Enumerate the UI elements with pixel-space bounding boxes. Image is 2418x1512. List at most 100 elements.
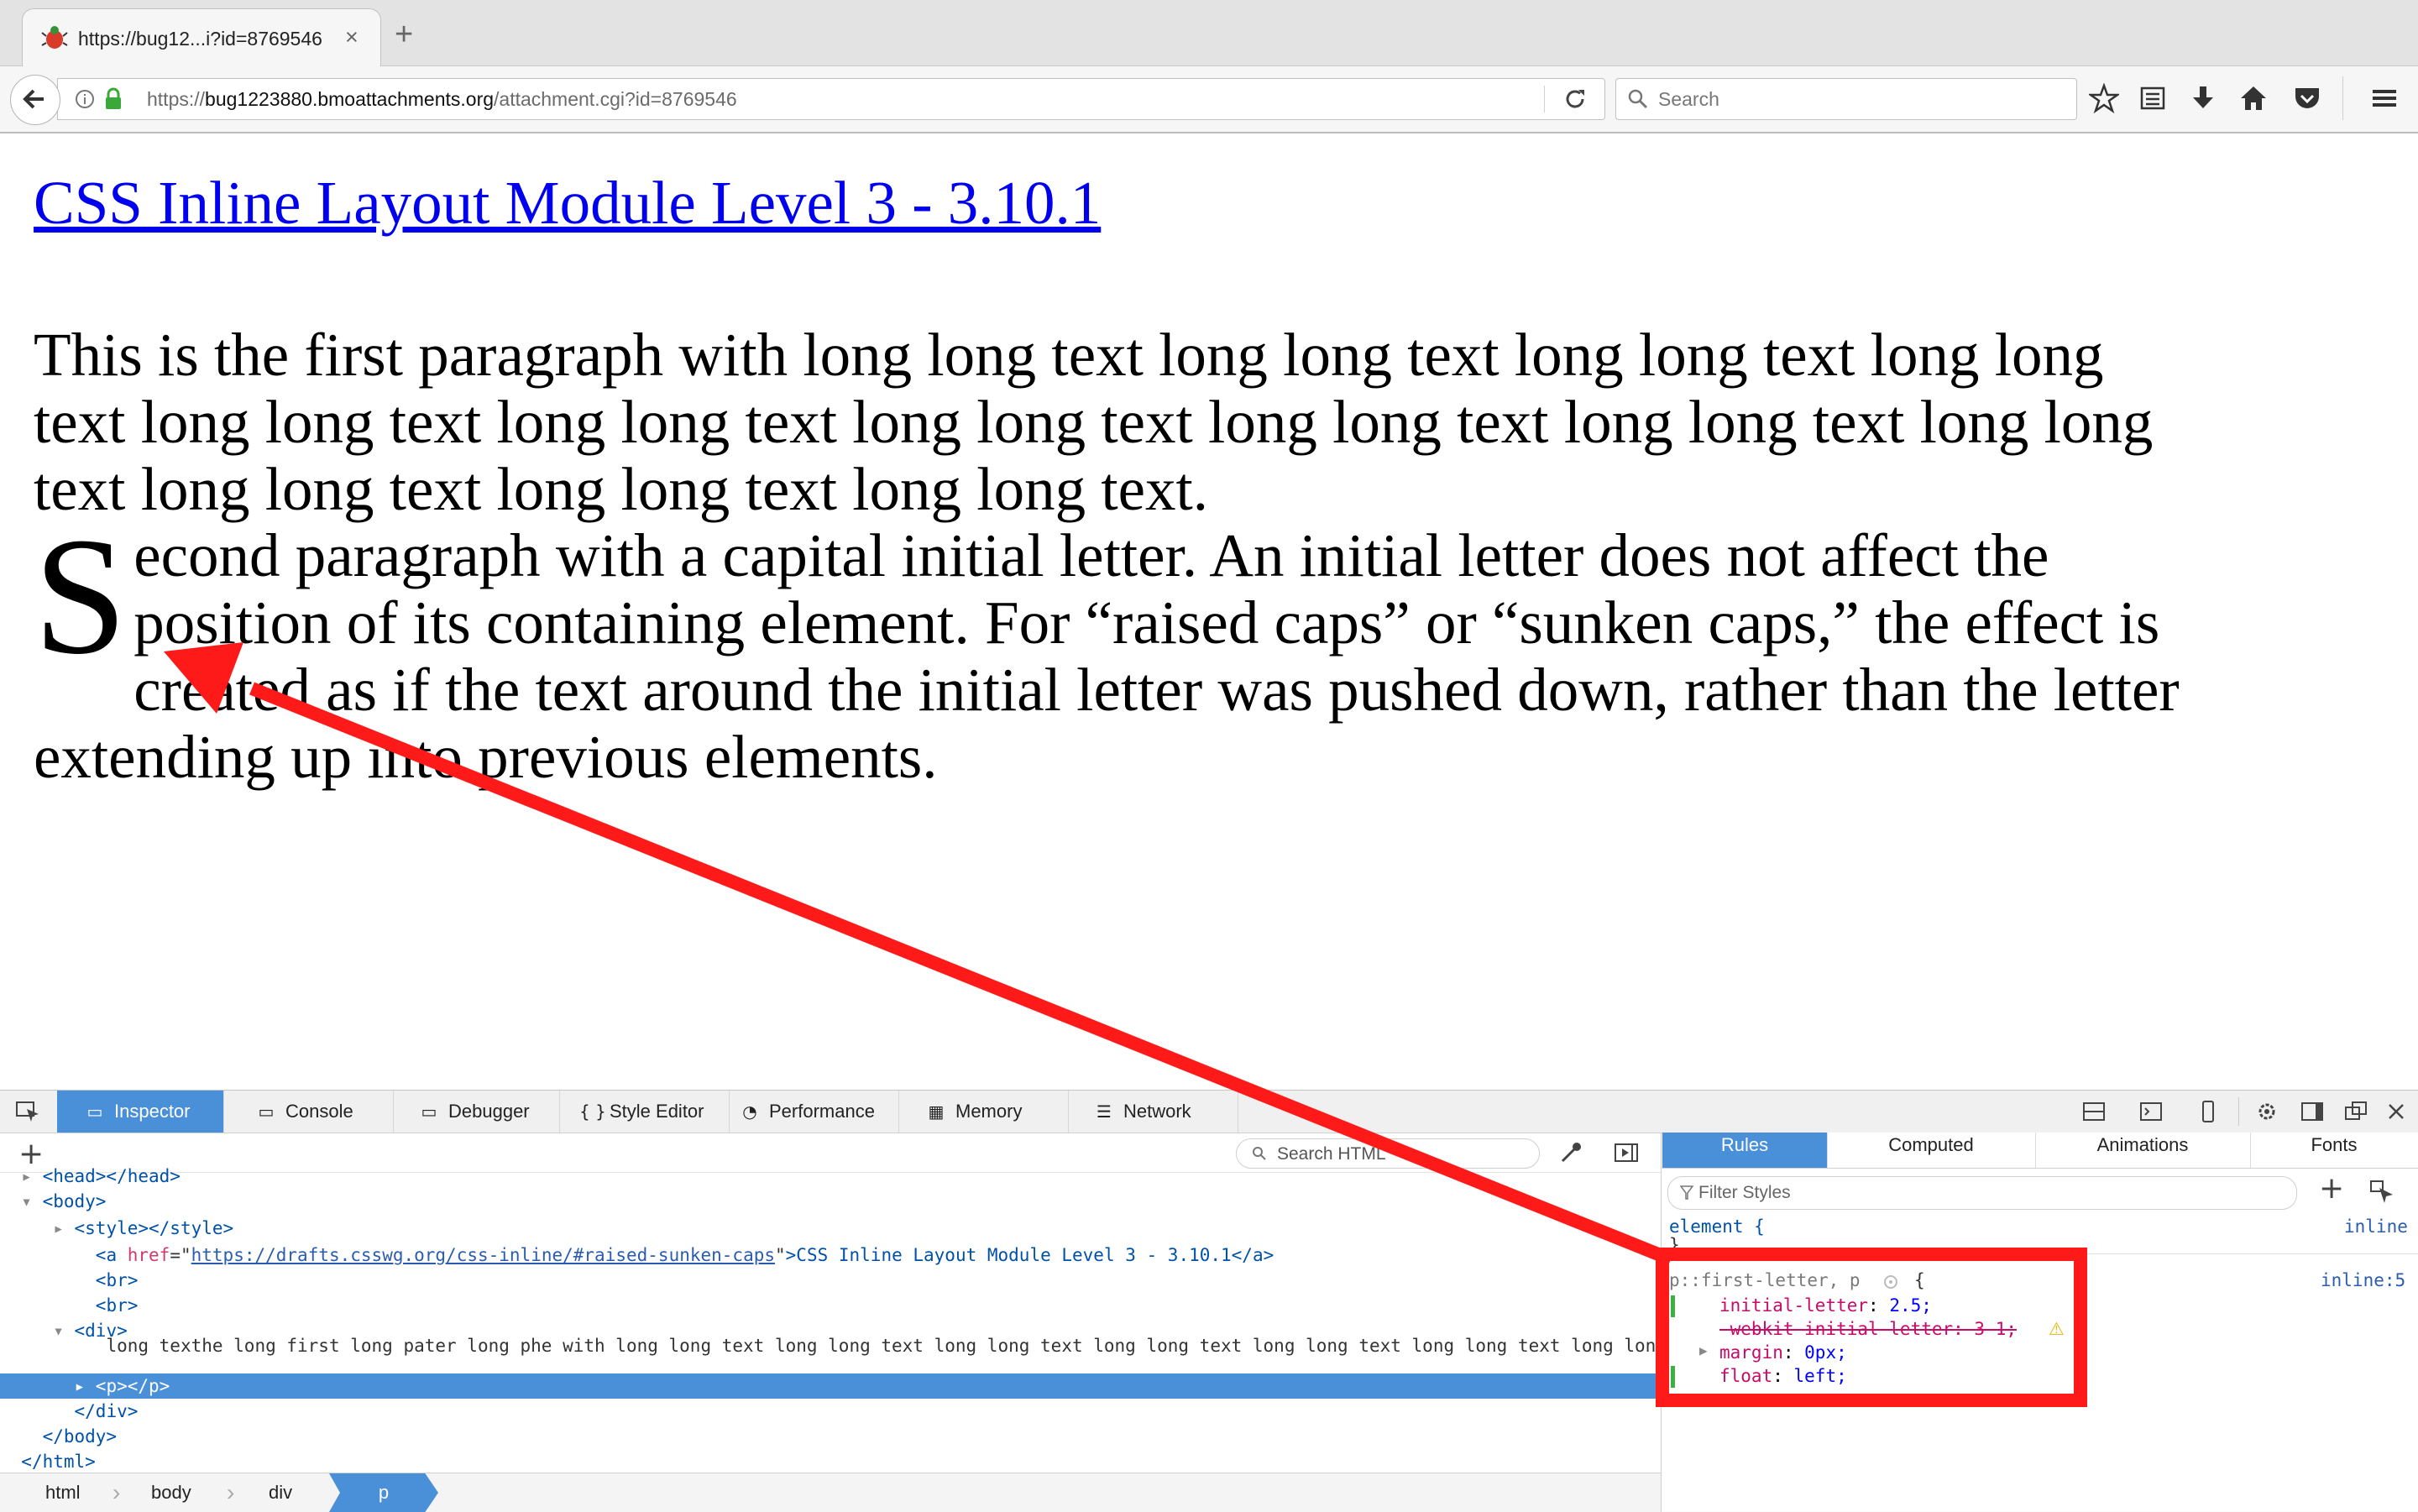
download-icon[interactable] xyxy=(2188,83,2218,113)
html-close-tag: </html> xyxy=(21,1452,96,1472)
br-tag: <br> xyxy=(95,1295,139,1316)
lock-icon[interactable] xyxy=(103,87,123,111)
first-paragraph: This is the first paragraph with long lo… xyxy=(34,321,2154,523)
pocket-icon[interactable] xyxy=(2292,83,2322,113)
reading-list-icon[interactable] xyxy=(2138,83,2168,113)
tab-memory-label: Memory xyxy=(955,1101,1023,1122)
tree-node-style[interactable]: ▸ <style></style> xyxy=(0,1216,1661,1241)
toggle-pseudo-class-icon[interactable] xyxy=(2369,1180,2396,1205)
search-bar[interactable]: Search xyxy=(1615,78,2077,120)
breadcrumb-div[interactable]: div xyxy=(269,1473,292,1512)
debugger-icon: ▭ xyxy=(421,1101,437,1122)
tab-animations[interactable]: Animations xyxy=(2035,1133,2251,1169)
href-value[interactable]: https://drafts.csswg.org/css-inline/#rai… xyxy=(191,1245,775,1265)
toolbar-divider xyxy=(2342,76,2343,120)
chevron-right-icon: › xyxy=(113,1479,121,1505)
p-tag: <p></p> xyxy=(95,1376,170,1396)
url-text[interactable]: https://bug1223880.bmoattachments.org/at… xyxy=(147,88,737,111)
close-devtools-icon[interactable] xyxy=(2384,1101,2408,1122)
url-bar[interactable]: https://bug1223880.bmoattachments.org/at… xyxy=(57,78,1605,120)
responsive-layout-icon[interactable] xyxy=(2082,1101,2106,1122)
url-host: bug1223880.bmoattachments.org xyxy=(205,88,495,110)
tree-node-head[interactable]: ▸ <head></head> xyxy=(0,1164,1661,1189)
new-tab-button[interactable]: + xyxy=(395,18,413,50)
twisty-icon: ▸ xyxy=(0,1166,43,1186)
star-icon[interactable] xyxy=(2089,83,2119,113)
tab-fonts[interactable]: Fonts xyxy=(2250,1133,2418,1169)
initial-letter: S xyxy=(34,504,128,689)
element-picker-icon[interactable] xyxy=(15,1101,40,1122)
scratchpad-icon[interactable] xyxy=(2139,1101,2163,1122)
tree-node-body-close[interactable]: </body> xyxy=(0,1424,1661,1449)
reload-icon[interactable] xyxy=(1562,86,1588,112)
eyedropper-icon[interactable] xyxy=(1558,1140,1583,1165)
body-tag: <body> xyxy=(42,1191,107,1211)
tree-node-div-close[interactable]: </div> xyxy=(0,1399,1661,1424)
href-attr: href xyxy=(127,1245,170,1265)
search-placeholder: Search xyxy=(1658,88,1719,110)
element-rule-selector[interactable]: element { xyxy=(1669,1216,1765,1237)
toggle-sidebar-icon[interactable] xyxy=(1614,1142,1639,1164)
separate-window-icon[interactable] xyxy=(2344,1101,2368,1122)
tab-performance[interactable]: ◔ Performance xyxy=(730,1091,899,1133)
back-icon xyxy=(23,89,44,109)
div-close-tag: </div> xyxy=(74,1401,139,1421)
tab-inspector[interactable]: ▭ Inspector xyxy=(57,1091,224,1133)
twisty-icon: ▸ xyxy=(0,1376,96,1396)
back-button[interactable] xyxy=(10,75,60,125)
tree-node-body[interactable]: ▾ <body> xyxy=(0,1189,1661,1214)
tab-computed[interactable]: Computed xyxy=(1827,1133,2036,1169)
tab-rules[interactable]: Rules xyxy=(1662,1133,1828,1169)
settings-gear-icon[interactable] xyxy=(2255,1101,2279,1122)
browser-tab[interactable]: https://bug12...i?id=8769546 × xyxy=(22,8,381,66)
filter-placeholder: Filter Styles xyxy=(1698,1183,1791,1202)
toolbar-divider xyxy=(2238,1097,2239,1126)
markup-view: + Search HTML ▸ <head></head> ▾ <body> ▸… xyxy=(0,1133,1662,1512)
bug-favicon-icon xyxy=(41,26,68,49)
style-editor-icon: { } xyxy=(579,1101,606,1122)
add-rule-button[interactable]: + xyxy=(2319,1171,2344,1206)
tree-node-a[interactable]: <a href="https://drafts.csswg.org/css-in… xyxy=(0,1243,1661,1268)
filter-icon xyxy=(1680,1185,1693,1200)
twisty-icon: ▾ xyxy=(0,1191,43,1211)
tree-node-html-close[interactable]: </html> xyxy=(0,1449,1661,1474)
second-paragraph: Second paragraph with a capital initial … xyxy=(34,504,2183,791)
overlapping-text: long texthe long first long pater long p… xyxy=(106,1336,1661,1356)
search-html-placeholder: Search HTML xyxy=(1277,1144,1386,1164)
tab-title: https://bug12...i?id=8769546 xyxy=(78,28,322,50)
navigation-bar: https://bug1223880.bmoattachments.org/at… xyxy=(0,66,2418,133)
a-tag: <a xyxy=(95,1245,118,1265)
tab-close-icon[interactable]: × xyxy=(345,24,359,50)
spec-link[interactable]: CSS Inline Layout Module Level 3 - 3.10.… xyxy=(34,168,1101,238)
filter-styles-input[interactable]: Filter Styles xyxy=(1667,1176,2297,1210)
responsive-mode-icon[interactable] xyxy=(2196,1101,2220,1122)
search-icon xyxy=(1628,89,1648,109)
tab-debugger[interactable]: ▭ Debugger xyxy=(395,1091,560,1133)
home-icon[interactable] xyxy=(2238,83,2269,113)
breadcrumb: html › body › div p xyxy=(0,1473,1661,1512)
network-icon: ☰ xyxy=(1096,1101,1112,1122)
body-close-tag: </body> xyxy=(42,1426,118,1447)
dock-side-icon[interactable] xyxy=(2300,1101,2324,1122)
url-separator xyxy=(1544,86,1545,112)
breadcrumb-p[interactable]: p xyxy=(329,1473,438,1512)
url-prefix: https:// xyxy=(147,88,206,110)
search-icon xyxy=(1253,1147,1266,1160)
tab-strip: https://bug12...i?id=8769546 × + xyxy=(0,0,2418,66)
url-path: /attachment.cgi?id=8769546 xyxy=(494,88,737,110)
rule-source[interactable]: inline:5 xyxy=(2321,1270,2405,1290)
element-rule-source[interactable]: inline xyxy=(2344,1216,2408,1237)
tree-node-br[interactable]: <br> xyxy=(0,1268,1661,1293)
breadcrumb-body[interactable]: body xyxy=(151,1473,191,1512)
tab-performance-label: Performance xyxy=(769,1101,875,1122)
tree-node-text[interactable]: long texthe long first long pater long p… xyxy=(0,1333,1661,1358)
tab-network[interactable]: ☰ Network xyxy=(1070,1091,1238,1133)
tab-style-editor[interactable]: { } Style Editor xyxy=(561,1091,730,1133)
tab-memory[interactable]: ▦ Memory xyxy=(900,1091,1069,1133)
menu-icon[interactable] xyxy=(2369,83,2400,113)
tree-node-br[interactable]: <br> xyxy=(0,1293,1661,1318)
tab-console[interactable]: ▭ Console xyxy=(225,1091,394,1133)
info-icon[interactable] xyxy=(75,89,95,109)
tree-node-p-selected[interactable]: ▸ <p></p> xyxy=(0,1373,1661,1399)
breadcrumb-html[interactable]: html xyxy=(45,1473,81,1512)
